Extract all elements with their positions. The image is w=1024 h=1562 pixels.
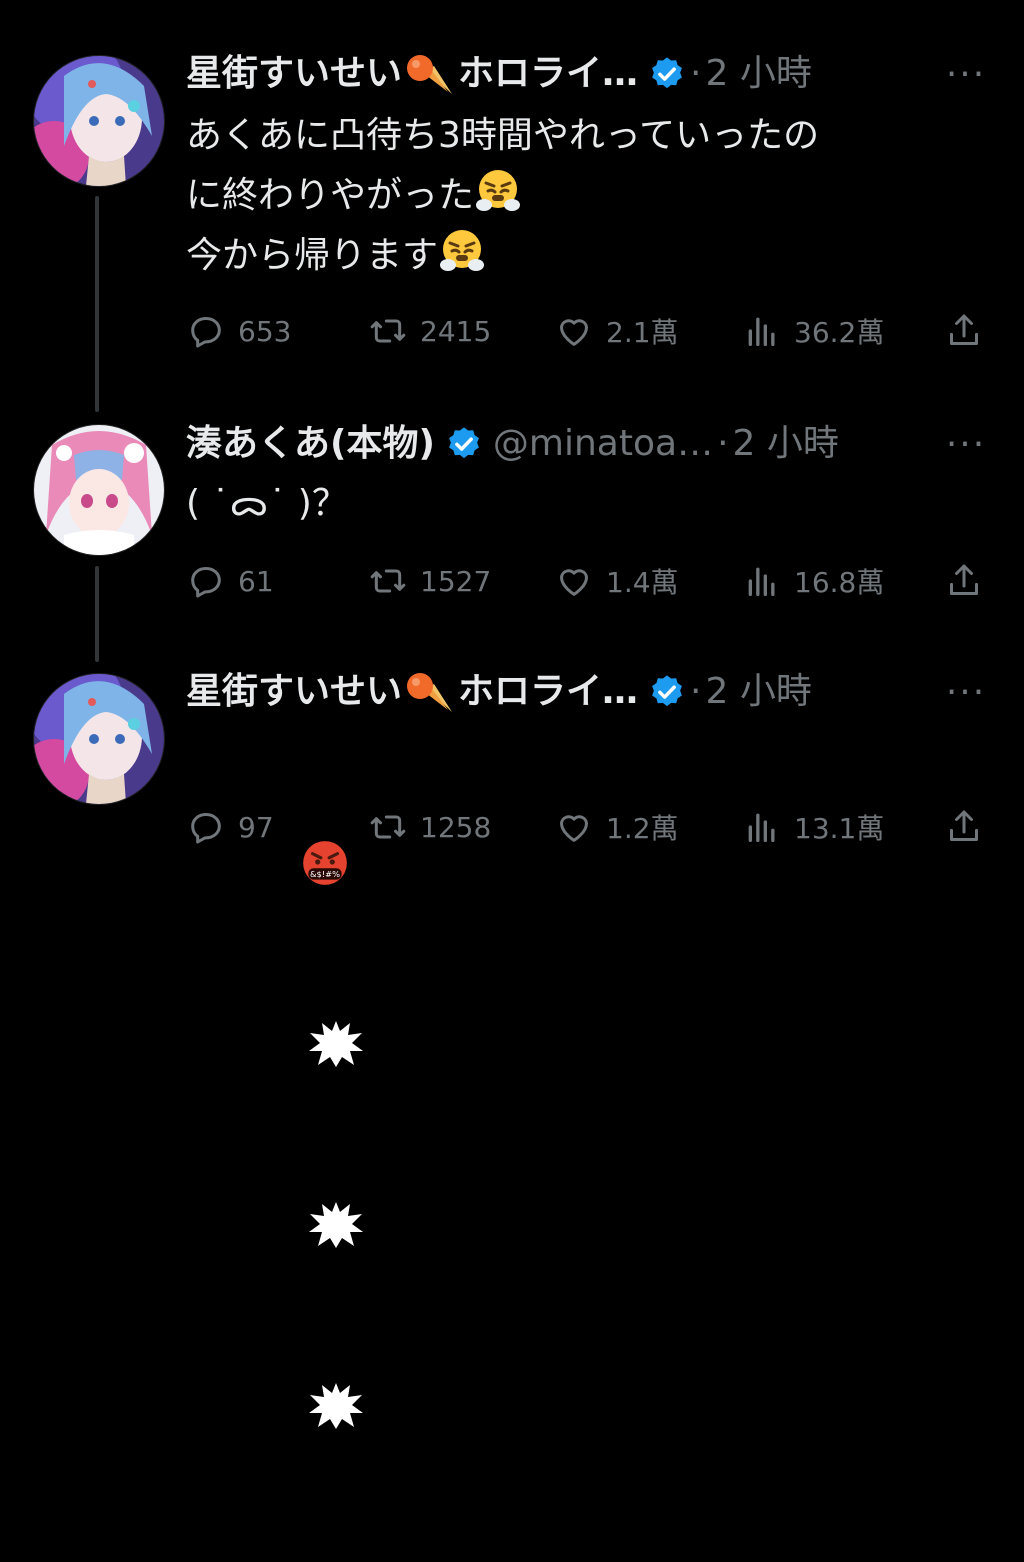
tweet-text-line-1: あくあに凸待ち3時間やれっていったの	[186, 115, 820, 156]
anger-burst-icon	[240, 1140, 364, 1248]
comet-icon	[404, 52, 456, 96]
timestamp[interactable]: 2 小時	[705, 50, 811, 98]
anger-burst-icon	[240, 1321, 364, 1429]
retweet-button[interactable]: 1527	[368, 561, 491, 601]
share-icon	[950, 564, 978, 595]
thread-connector	[95, 196, 99, 412]
symbols-text: &$!#%	[310, 869, 340, 879]
tweet-actions: 653 2415 2.1萬 36.2萬	[186, 311, 986, 351]
retweet-count: 1258	[420, 810, 492, 844]
retweet-icon	[370, 319, 406, 343]
views-button[interactable]: 13.1萬	[742, 807, 884, 847]
view-count: 16.8萬	[794, 566, 885, 599]
reply-count: 653	[238, 314, 292, 348]
face-with-steam-from-nose-emoji	[474, 167, 522, 215]
tweet-actions: 97 1258 1.2萬 13.1萬	[186, 807, 986, 847]
face-with-steam-from-nose-emoji	[438, 227, 486, 275]
share-button[interactable]	[944, 561, 996, 601]
like-count: 1.2萬	[606, 812, 679, 845]
tweet-header: 湊あくあ(本物) @minatoa… · 2 小時	[186, 420, 839, 468]
avatar-suisei[interactable]	[33, 673, 165, 805]
like-count: 1.4萬	[606, 566, 679, 599]
like-button[interactable]: 1.2萬	[554, 807, 679, 847]
retweet-button[interactable]: 2415	[368, 311, 491, 351]
anger-burst-icon	[240, 959, 364, 1067]
separator: ·	[717, 423, 729, 464]
views-chart-icon	[748, 317, 775, 346]
tweet-text-line-3: 今から帰ります	[186, 235, 439, 276]
tweet-text: &$!#%	[186, 718, 364, 1429]
retweet-count: 1527	[420, 564, 492, 598]
avatar-aqua[interactable]	[33, 424, 165, 556]
like-button[interactable]: 2.1萬	[554, 311, 679, 351]
display-name-suffix[interactable]: ホロライ…	[458, 668, 638, 716]
tweet-text-line-1: ( ˙ᯅ˙ )？	[186, 483, 348, 524]
tweet-text: あくあに凸待ち3時間やれっていったの に終わりやがった 今から帰ります	[186, 106, 819, 286]
like-button[interactable]: 1.4萬	[554, 561, 679, 601]
retweet-count: 2415	[420, 314, 492, 348]
reply-button[interactable]: 97	[186, 807, 274, 847]
like-count: 2.1萬	[606, 316, 679, 349]
reply-button[interactable]: 61	[186, 561, 274, 601]
retweet-button[interactable]: 1258	[368, 807, 491, 847]
share-button[interactable]	[944, 807, 996, 847]
avatar-suisei[interactable]	[33, 55, 165, 187]
display-name[interactable]: 星街すいせい	[186, 668, 402, 716]
separator: ·	[690, 53, 702, 94]
verified-badge-icon	[648, 55, 686, 93]
more-options-button[interactable]: ···	[938, 672, 994, 713]
timestamp[interactable]: 2 小時	[733, 420, 839, 468]
timestamp[interactable]: 2 小時	[705, 668, 811, 716]
avatar-aqua-image	[34, 425, 164, 555]
reply-count: 97	[238, 810, 274, 844]
reply-icon	[191, 813, 221, 844]
avatar-suisei-image	[34, 674, 164, 804]
retweet-icon	[370, 569, 406, 593]
tweet-actions: 61 1527 1.4萬 16.8萬	[186, 561, 986, 601]
separator: ·	[690, 671, 702, 712]
comet-icon	[404, 670, 456, 714]
reply-icon	[191, 317, 221, 348]
share-icon	[950, 810, 978, 841]
views-chart-icon	[748, 567, 775, 596]
tweet-header: 星街すいせい ホロライ… · 2 小時	[186, 50, 812, 98]
view-count: 36.2萬	[794, 316, 885, 349]
display-name[interactable]: 湊あくあ(本物)	[186, 420, 435, 468]
heart-icon	[560, 815, 588, 842]
handle[interactable]: @minatoa…	[493, 420, 713, 468]
verified-badge-icon	[648, 673, 686, 711]
share-icon	[950, 314, 978, 345]
avatar-suisei-image	[34, 56, 164, 186]
reply-count: 61	[238, 564, 274, 598]
share-button[interactable]	[944, 311, 996, 351]
thread-connector	[95, 566, 99, 662]
tweet-header: 星街すいせい ホロライ… · 2 小時	[186, 668, 812, 716]
display-name[interactable]: 星街すいせい	[186, 50, 402, 98]
views-chart-icon	[748, 813, 775, 842]
display-name-suffix[interactable]: ホロライ…	[458, 50, 638, 98]
heart-icon	[560, 319, 588, 346]
reply-icon	[191, 567, 221, 598]
verified-badge-icon	[445, 425, 483, 463]
views-button[interactable]: 16.8萬	[742, 561, 884, 601]
more-options-button[interactable]: ···	[938, 54, 994, 95]
view-count: 13.1萬	[794, 812, 885, 845]
reply-button[interactable]: 653	[186, 311, 291, 351]
tweet-text: ( ˙ᯅ˙ )？	[186, 474, 348, 534]
retweet-icon	[370, 815, 406, 839]
heart-icon	[560, 569, 588, 596]
tweet-text-line-2: に終わりやがった	[186, 175, 475, 216]
more-options-button[interactable]: ···	[938, 424, 994, 465]
views-button[interactable]: 36.2萬	[742, 311, 884, 351]
